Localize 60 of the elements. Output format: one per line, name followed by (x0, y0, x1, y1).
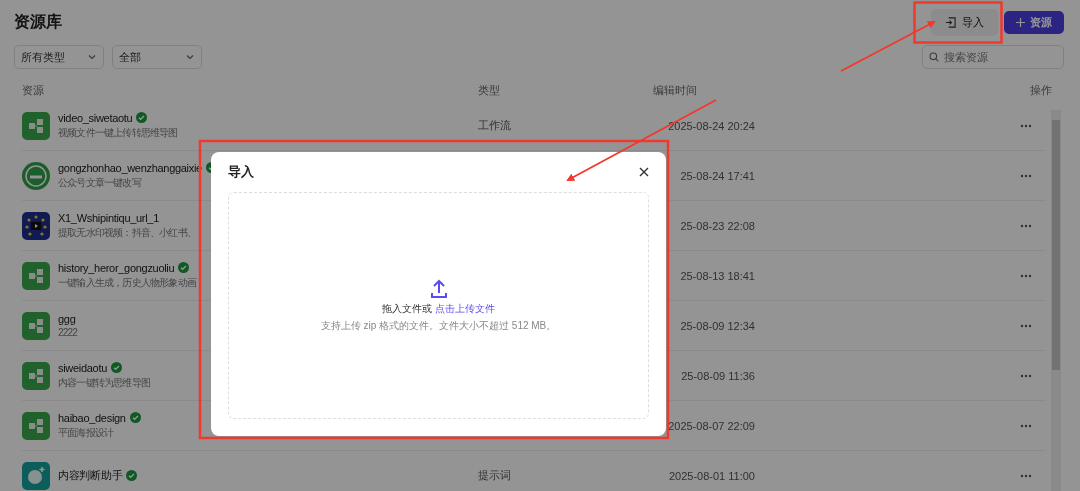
resource-name[interactable]: video_siwetaotu (58, 111, 133, 124)
edit-time: 25-08-09 11:36 (680, 369, 755, 382)
page-title: 资源库 (14, 11, 62, 32)
resource-name[interactable]: X1_Wshipintiqu_url_1 (58, 211, 159, 224)
column-header: 操作 (1030, 82, 1052, 98)
scrollbar-thumb[interactable] (1052, 120, 1060, 370)
close-icon[interactable] (639, 167, 649, 177)
resource-description: 2222 (58, 327, 78, 338)
more-icon[interactable] (1020, 473, 1032, 478)
more-icon[interactable] (1020, 273, 1032, 278)
upload-icon (429, 278, 448, 299)
workflow-icon (22, 361, 50, 390)
upload-link[interactable]: 点击上传文件 (434, 302, 495, 314)
more-icon[interactable] (1020, 323, 1032, 328)
more-icon[interactable] (1020, 223, 1032, 228)
file-drop-zone[interactable]: 拖入文件或 点击上传文件 支持上传 zip 格式的文件。文件大小不超过 512 MB。 (228, 192, 649, 419)
resource-description: 平面海报设计 (58, 425, 115, 440)
more-icon[interactable] (1020, 423, 1032, 428)
resource-type: 提示词 (478, 468, 512, 483)
filter-dropdown[interactable]: 全部 (112, 45, 202, 69)
resource-name[interactable]: siweidaotu (58, 361, 107, 374)
workflow-icon (22, 411, 50, 440)
resource-name[interactable]: 内容判断助手 (58, 468, 123, 483)
bot-icon (22, 461, 50, 490)
add-resource-button[interactable]: 资源 (1004, 10, 1064, 34)
chevron-icon (185, 52, 195, 62)
resource-name[interactable]: history_heror_gongzuoliu (58, 261, 175, 274)
edit-time: 2025-08-07 22:09 (667, 419, 755, 432)
filter-dropdown[interactable]: 所有类型 (14, 45, 104, 69)
column-header: 编辑时间 (653, 82, 698, 98)
edit-time: 25-08-13 18:41 (679, 269, 755, 282)
logo-icon (22, 161, 50, 190)
import-button[interactable]: 导入 (931, 8, 998, 36)
upload-hint: 支持上传 zip 格式的文件。文件大小不超过 512 MB。 (320, 318, 557, 333)
edit-time: 25-08-24 17:41 (679, 169, 755, 182)
workflow-icon (22, 311, 50, 340)
resource-type: 工作流 (478, 118, 512, 133)
resource-description: 提取无水印视频：抖音、小红书、 (58, 225, 196, 240)
drop-prompt: 拖入文件或 (382, 302, 433, 314)
column-header: 类型 (478, 82, 501, 98)
workflow-icon (22, 111, 50, 140)
edit-time: 2025-08-01 11:00 (667, 469, 755, 482)
resource-description: 视频文件一键上传转思维导图 (58, 125, 178, 140)
more-icon[interactable] (1020, 123, 1032, 128)
plus-icon (1016, 17, 1025, 27)
workflow-icon (22, 261, 50, 290)
edit-time: 25-08-23 22:08 (679, 219, 755, 232)
more-icon[interactable] (1020, 373, 1032, 378)
more-icon[interactable] (1020, 173, 1032, 178)
edit-time: 2025-08-24 20:24 (667, 119, 755, 132)
dialog-title: 导入 (228, 163, 254, 181)
search-icon (929, 52, 939, 62)
search-field[interactable]: 搜索资源 (922, 45, 1064, 69)
video-icon (22, 211, 50, 240)
import-icon (945, 16, 956, 28)
resource-name[interactable]: ggg (58, 313, 76, 325)
resource-name[interactable]: haibao_design (58, 411, 126, 424)
column-header: 资源 (22, 82, 45, 98)
edit-time: 25-08-09 12:34 (679, 319, 755, 332)
chevron-icon (87, 52, 97, 62)
